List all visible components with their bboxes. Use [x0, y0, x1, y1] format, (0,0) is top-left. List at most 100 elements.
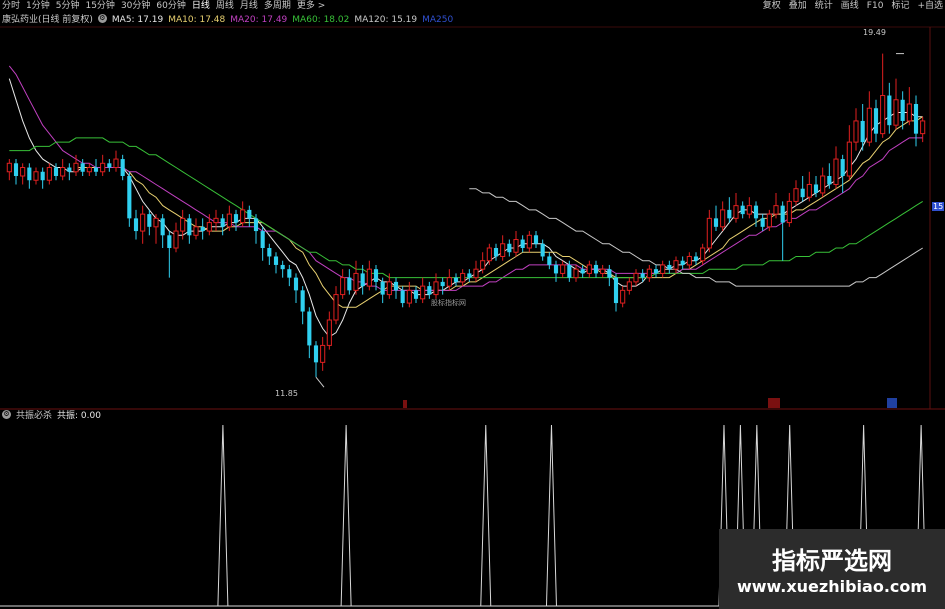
price-low-label: 11.85	[275, 389, 298, 398]
candle-body-up	[46, 167, 52, 181]
candle-body-down	[520, 239, 525, 248]
candle-body-up	[820, 175, 826, 194]
site-watermark: 指标严选网 www.xuezhibiao.com	[719, 529, 945, 609]
candle-body-up	[513, 239, 519, 253]
candle-body-up	[526, 234, 532, 249]
candle-body-up	[920, 120, 926, 135]
candle-body-down	[680, 260, 685, 265]
candle-body-down	[260, 231, 265, 248]
indicator-spike	[340, 424, 352, 607]
candle-body-up	[766, 213, 772, 228]
candle-body-down	[67, 167, 72, 172]
candle-body-down	[287, 269, 292, 278]
candle-body-down	[693, 256, 699, 261]
candle-body-up	[73, 162, 79, 173]
candle-body-down	[613, 277, 619, 304]
candle-body-down	[247, 209, 252, 219]
candle-body-down	[873, 108, 879, 134]
ma-line-MA10	[76, 116, 923, 308]
candle-body-down	[593, 264, 599, 274]
candle-body-up	[746, 205, 752, 215]
candle-body-down	[347, 277, 352, 291]
candle-body-down	[200, 226, 205, 232]
indicator-spike	[217, 424, 229, 607]
candle-body-up	[620, 289, 626, 304]
event-marker	[768, 398, 780, 408]
candle-body-down	[740, 205, 745, 215]
candle-body-up	[386, 281, 392, 296]
candle-body-up	[86, 167, 92, 173]
watermark-title: 指标严选网	[772, 547, 892, 575]
candle-body-down	[640, 273, 645, 278]
candle-body-up	[406, 289, 412, 304]
candle-body-down	[147, 214, 152, 227]
candle-body-up	[733, 205, 739, 219]
candle-body-up	[226, 213, 232, 228]
candle-body-up	[446, 277, 452, 287]
candle-body-down	[413, 290, 419, 299]
candle-body-down	[800, 188, 805, 198]
candle-body-down	[233, 214, 239, 223]
ma-line-MA60	[9, 137, 923, 279]
indicator-settings-icon[interactable]: ⚙	[2, 410, 11, 419]
candle-body-up	[786, 200, 792, 224]
candle-body-up	[20, 167, 26, 177]
ma-line-MA20	[8, 65, 923, 291]
candle-body-down	[267, 248, 272, 257]
candle-body-down	[467, 273, 472, 278]
indicator-spike	[480, 424, 492, 607]
candle-body-down	[120, 159, 125, 176]
candle-body-up	[6, 162, 12, 173]
ma-line-MA5	[8, 78, 923, 338]
candle-body-up	[140, 213, 146, 232]
candle-body-down	[753, 205, 759, 219]
candle-body-down	[187, 218, 192, 236]
candle-body-down	[313, 345, 319, 363]
indicator-value: 共振: 0.00	[57, 411, 101, 421]
candle-body-up	[486, 247, 492, 262]
candle-body-down	[713, 218, 719, 227]
candle-body-down	[253, 218, 259, 232]
candle-body-up	[326, 319, 332, 346]
candle-body-down	[393, 281, 399, 291]
low-pointer	[315, 376, 325, 388]
candle-body-down	[653, 269, 659, 274]
price-high-label-text: 19.49	[863, 28, 886, 37]
candle-body-down	[127, 176, 132, 219]
indicator-name: 共振必杀	[16, 411, 53, 421]
candle-body-down	[427, 286, 432, 295]
candle-body-down	[607, 269, 612, 278]
indicator-spike	[545, 424, 557, 607]
candle-body-up	[706, 217, 712, 249]
candle-body-up	[100, 162, 106, 173]
indicator-header: ⚙ 共振必杀 共振: 0.00	[2, 410, 101, 422]
candle-body-down	[507, 243, 512, 253]
candle-body-down	[553, 264, 559, 274]
candle-body-down	[533, 235, 539, 244]
candle-body-up	[353, 272, 359, 291]
candle-body-up	[853, 120, 859, 143]
candle-body-down	[813, 184, 819, 193]
candle-body-up	[793, 188, 799, 202]
price-high-label: 19.49	[863, 28, 886, 37]
candle-body-up	[480, 260, 486, 270]
candle-body-up	[880, 95, 886, 135]
candle-body-down	[667, 264, 672, 270]
kline-chart	[0, 26, 945, 607]
candle-body-up	[500, 243, 506, 257]
right-axis-label-text: 15	[933, 202, 944, 211]
candle-body-down	[440, 281, 445, 287]
candle-body-up	[633, 272, 639, 283]
candle-body-up	[700, 247, 706, 262]
candle-body-down	[160, 218, 165, 236]
candle-body-up	[333, 294, 339, 321]
candle-body-down	[860, 120, 865, 143]
candle-body-down	[760, 218, 765, 227]
candle-body-down	[540, 243, 545, 257]
candle-body-up	[773, 205, 779, 215]
candle-body-up	[460, 272, 466, 283]
candle-body-up	[806, 183, 812, 198]
candle-body-down	[840, 159, 845, 176]
candle-body-up	[433, 281, 439, 296]
candle-body-up	[180, 217, 186, 232]
